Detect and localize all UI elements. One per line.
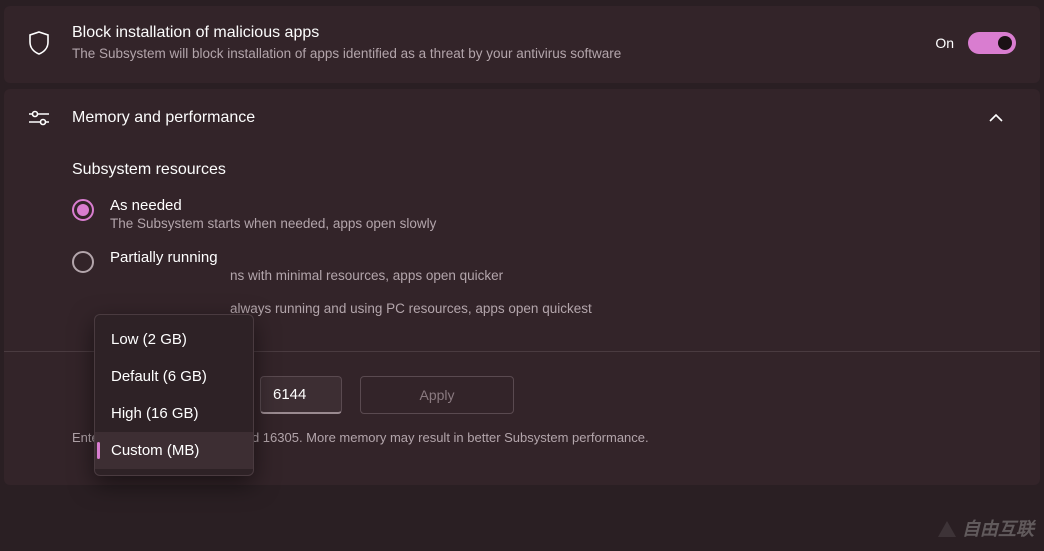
memory-value-input[interactable]	[260, 376, 342, 414]
toggle-state-label: On	[935, 35, 954, 51]
sliders-icon	[28, 109, 72, 127]
security-panel: Block installation of malicious apps The…	[4, 6, 1040, 83]
apply-button[interactable]: Apply	[360, 376, 514, 414]
dropdown-item-custom[interactable]: Custom (MB)	[95, 432, 253, 469]
radio-option-partially-running[interactable]: Partially running ns with minimal resour…	[72, 249, 1040, 283]
radio-label: Partially running	[110, 249, 1040, 266]
security-text: Block installation of malicious apps The…	[72, 24, 935, 61]
memory-preset-dropdown[interactable]: Low (2 GB) Default (6 GB) High (16 GB) C…	[94, 314, 254, 476]
shield-icon	[28, 31, 72, 55]
security-toggle-group: On	[935, 32, 1016, 54]
resources-radio-group: As needed The Subsystem starts when need…	[4, 197, 1040, 325]
radio-desc: The Subsystem starts when needed, apps o…	[110, 216, 1040, 231]
performance-header[interactable]: Memory and performance	[4, 89, 1040, 151]
radio-indicator[interactable]	[72, 199, 94, 221]
dropdown-item-low[interactable]: Low (2 GB)	[95, 321, 253, 358]
chevron-up-icon[interactable]	[976, 114, 1016, 122]
toggle-knob	[998, 36, 1012, 50]
dropdown-item-high[interactable]: High (16 GB)	[95, 395, 253, 432]
watermark-text: 自由互联	[962, 515, 1034, 541]
resources-section-title: Subsystem resources	[4, 151, 1040, 179]
security-toggle[interactable]	[968, 32, 1016, 54]
radio-desc: ns with minimal resources, apps open qui…	[110, 268, 1040, 283]
security-title: Block installation of malicious apps	[72, 24, 935, 42]
watermark: 自由互联	[936, 515, 1034, 541]
radio-indicator[interactable]	[72, 251, 94, 273]
dropdown-item-default[interactable]: Default (6 GB)	[95, 358, 253, 395]
performance-title: Memory and performance	[72, 109, 976, 127]
security-subtitle: The Subsystem will block installation of…	[72, 46, 935, 61]
radio-label: As needed	[110, 197, 1040, 214]
radio-option-as-needed[interactable]: As needed The Subsystem starts when need…	[72, 197, 1040, 231]
